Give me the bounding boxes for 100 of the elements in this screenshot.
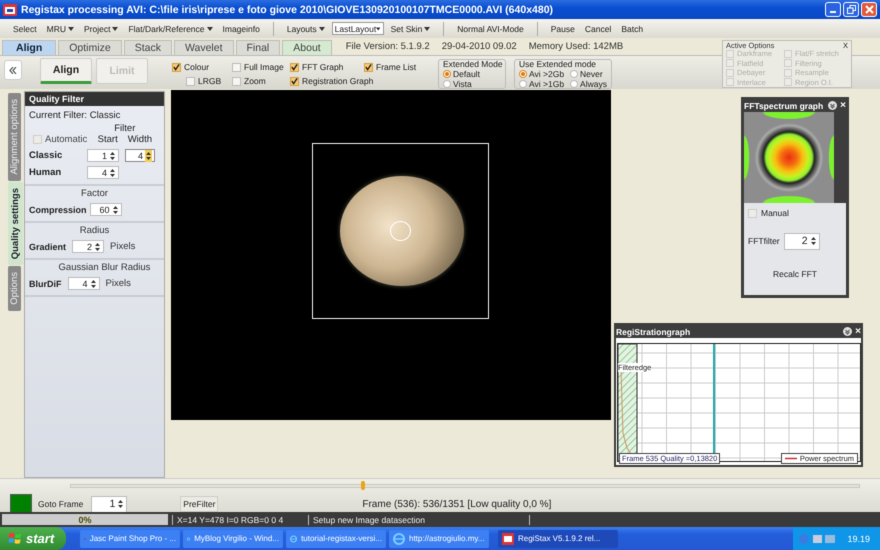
radio-button[interactable] (519, 80, 527, 88)
section-header: Radius (78, 225, 110, 236)
menu-item[interactable]: Imageinfo (220, 22, 263, 34)
tab[interactable]: Stack (124, 40, 172, 55)
restore-icon (846, 5, 856, 14)
radio-button[interactable] (570, 80, 578, 88)
menu-item[interactable]: Set Skin (388, 22, 434, 34)
tab[interactable]: Align (2, 40, 56, 55)
number-spinner[interactable]: 2 (784, 232, 820, 250)
caret-icon (318, 26, 325, 30)
close-button[interactable] (861, 2, 877, 17)
tab[interactable]: Optimize (58, 40, 122, 55)
unit-label: Pixels (106, 278, 131, 289)
tab[interactable]: About (282, 40, 332, 55)
taskbar-button[interactable]: tutorial-registax-versi... (286, 530, 386, 548)
caret-icon (206, 26, 213, 30)
field-label: Gradient (29, 240, 66, 252)
checkbox[interactable] (186, 76, 195, 86)
number-spinner[interactable]: 60 (90, 203, 122, 216)
radio-label: Vista (453, 79, 472, 89)
status-text: Setup new Image datasection (308, 514, 530, 524)
checkbox[interactable] (172, 62, 181, 72)
minimize-button[interactable] (825, 2, 841, 17)
clock: 19.19 (847, 534, 870, 544)
status-indicator (10, 494, 32, 514)
taskbar-button[interactable]: MyBlog Virgilio - Wind... (183, 530, 283, 548)
taskbar-button[interactable]: http://astrogiulio.my... (389, 530, 489, 548)
window-title: FFTspectrum graph (744, 100, 824, 110)
close-button[interactable]: × (855, 326, 861, 336)
file-info: Memory Used: 142MB (528, 40, 624, 54)
restore-button[interactable] (843, 2, 859, 17)
checkbox[interactable] (290, 62, 299, 72)
recalc-button[interactable]: Recalc FFT (744, 253, 846, 295)
menu-item[interactable]: Pause (548, 22, 578, 34)
number-spinner[interactable]: 4 (68, 277, 100, 290)
checkbox[interactable] (232, 76, 241, 86)
checkbox-label: FFT Graph (302, 62, 344, 72)
field-label: FFTfilter (748, 236, 780, 246)
menu-item[interactable]: Project (80, 22, 122, 34)
unit-label: Pixels (110, 241, 136, 252)
radio-button[interactable] (443, 70, 451, 78)
windows-flag-icon (8, 532, 22, 545)
slider-thumb[interactable] (360, 481, 365, 490)
checkbox-label: Colour (184, 62, 210, 72)
checkbox[interactable] (232, 62, 241, 72)
alignment-circle (390, 221, 411, 241)
field-label: Goto Frame (38, 499, 84, 509)
number-spinner[interactable]: 1 (87, 149, 119, 162)
number-spinner[interactable]: 4 (87, 166, 119, 179)
collapse-icon[interactable] (828, 101, 838, 110)
column-header: Width (128, 134, 152, 145)
menu-item[interactable]: Cancel (582, 22, 614, 34)
radio-label: Default (453, 69, 480, 79)
start-button[interactable]: start (0, 527, 66, 550)
caret-icon (112, 26, 118, 30)
tab[interactable]: Wavelet (174, 40, 234, 55)
caret-icon (68, 26, 74, 30)
number-spinner[interactable]: 4 (125, 149, 155, 162)
checkbox-label: Frame List (376, 62, 416, 72)
file-info: 29-04-2010 09.02 (442, 40, 517, 54)
status-text: X=14 Y=478 I=0 RGB=0 0 4 (172, 514, 306, 524)
menu-item[interactable]: Normal AVI-Mode (454, 22, 527, 34)
frame-info: Frame (536): 536/1351 [Low quality 0,0 %] (362, 498, 552, 510)
side-tab[interactable]: Quality settings (8, 182, 23, 265)
checkbox-label: Registration Graph (302, 76, 374, 86)
field-label: BlurDiF (29, 278, 62, 290)
tab[interactable]: Final (236, 40, 280, 55)
menu-item[interactable]: MRU (44, 22, 77, 34)
checkbox[interactable] (290, 76, 299, 86)
browser-icon (290, 532, 298, 544)
taskbar-button[interactable]: RegiStax V5.1.9.2 rel... (498, 530, 618, 548)
file-info: File Version: 5.1.9.2 (346, 40, 430, 54)
checkbox-label: Automatic (45, 134, 88, 145)
browser-icon (393, 532, 405, 544)
layout-dropdown[interactable]: LastLayout (332, 22, 384, 35)
close-button[interactable]: × (840, 100, 846, 110)
taskbar-button[interactable]: Jasc Paint Shop Pro - ... (80, 530, 180, 548)
radio-button[interactable] (519, 70, 527, 78)
menu-item[interactable]: Batch (618, 22, 646, 34)
window-title: RegiStrationgraph (616, 326, 692, 336)
column-header: Filter (114, 123, 136, 134)
radio-button[interactable] (570, 70, 578, 78)
section-header: Gaussian Blur Radius (58, 262, 152, 273)
toolbar-button[interactable]: Align (40, 58, 92, 84)
checkbox-label: Full Image (244, 62, 284, 72)
collapse-icon[interactable] (843, 327, 852, 336)
prefilter-button[interactable]: PreFilter (180, 496, 218, 512)
checkbox[interactable] (364, 62, 373, 72)
window-title: Registax processing AVI: C:\file iris\riprese e foto giove 2010\GIOVE130920100107TMCE0000.AVI (640x480) (21, 4, 554, 16)
number-spinner[interactable]: 1 (91, 496, 128, 512)
collapse-button[interactable] (4, 60, 22, 80)
radio-button[interactable] (443, 80, 451, 88)
menu-item[interactable]: Layouts (284, 22, 328, 34)
number-spinner[interactable]: 2 (72, 240, 104, 253)
menu-item[interactable]: Flat/Dark/Reference (125, 22, 216, 34)
checkbox-label: Manual (761, 208, 789, 218)
frame-slider[interactable] (70, 484, 860, 488)
caret-icon (424, 26, 430, 30)
menu-item[interactable]: Select (10, 22, 40, 34)
section-header: Factor (80, 188, 109, 199)
